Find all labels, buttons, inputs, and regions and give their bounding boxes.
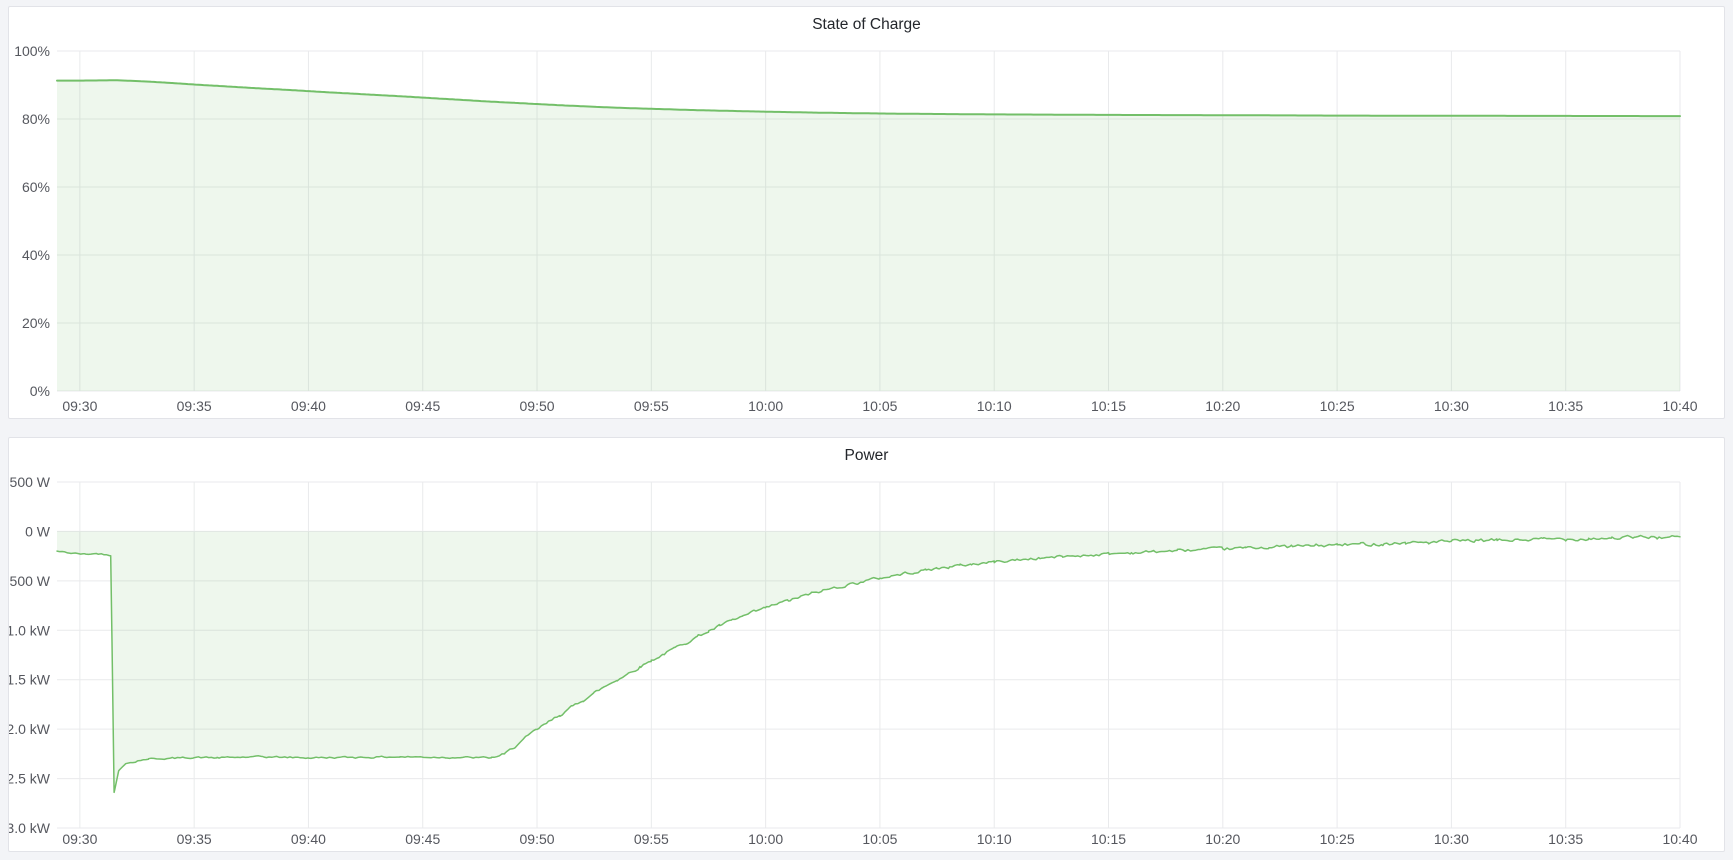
x-tick-label: 09:45 xyxy=(405,831,440,847)
y-tick-label: 0% xyxy=(30,383,50,399)
state-of-charge-chart: 100% 80% 60% 40% 20% 0% 09:30 09:35 09:40 09:45 09… xyxy=(9,7,1724,418)
y-tick-label: 40% xyxy=(22,247,50,263)
y-tick-label: -1.0 kW xyxy=(9,622,51,638)
y-tick-label: -1.5 kW xyxy=(9,672,51,688)
y-tick-label: 20% xyxy=(22,315,50,331)
x-tick-label: 09:45 xyxy=(405,398,440,414)
x-tick-label: 10:40 xyxy=(1662,398,1697,414)
y-tick-label: -500 W xyxy=(9,573,51,589)
x-tick-label: 10:30 xyxy=(1434,398,1469,414)
panel-title-power[interactable]: Power xyxy=(9,447,1724,465)
plot-area[interactable] xyxy=(57,51,1680,391)
y-tick-label: 0 W xyxy=(25,523,51,539)
power-chart: 500 W 0 W -500 W -1.0 kW -1.5 kW -2.0 kW -2.5 … xyxy=(9,438,1724,851)
y-tick-label: 100% xyxy=(14,43,50,59)
x-tick-label: 09:40 xyxy=(291,831,326,847)
x-tick-label: 09:50 xyxy=(520,398,555,414)
y-tick-label: -2.0 kW xyxy=(9,721,51,737)
x-tick-label: 10:40 xyxy=(1662,831,1697,847)
x-tick-label: 10:10 xyxy=(977,398,1012,414)
y-tick-label: 500 W xyxy=(10,474,51,490)
x-tick-label: 10:05 xyxy=(862,398,897,414)
x-tick-label: 10:10 xyxy=(977,831,1012,847)
dashboard: State of Charge 100% 80% 60% 40% 20% 0% 09:30 0… xyxy=(0,0,1733,860)
x-tick-label: 09:55 xyxy=(634,398,669,414)
x-tick-label: 10:15 xyxy=(1091,831,1126,847)
x-tick-label: 10:25 xyxy=(1320,831,1355,847)
x-tick-label: 10:15 xyxy=(1091,398,1126,414)
x-tick-label: 10:35 xyxy=(1548,831,1583,847)
y-tick-label: -3.0 kW xyxy=(9,820,51,836)
x-tick-label: 10:20 xyxy=(1205,398,1240,414)
x-tick-label: 09:35 xyxy=(177,398,212,414)
x-tick-label: 09:50 xyxy=(520,831,555,847)
x-tick-label: 10:35 xyxy=(1548,398,1583,414)
y-tick-label: 60% xyxy=(22,179,50,195)
x-tick-label: 10:00 xyxy=(748,398,783,414)
panel-title-state-of-charge[interactable]: State of Charge xyxy=(9,16,1724,34)
panel-state-of-charge: State of Charge 100% 80% 60% 40% 20% 0% 09:30 0… xyxy=(8,6,1725,419)
x-tick-label: 10:20 xyxy=(1205,831,1240,847)
x-tick-label: 09:40 xyxy=(291,398,326,414)
plot-area[interactable] xyxy=(57,482,1680,828)
x-tick-label: 10:25 xyxy=(1320,398,1355,414)
y-tick-label: 80% xyxy=(22,111,50,127)
y-tick-label: -2.5 kW xyxy=(9,771,51,787)
x-tick-label: 10:00 xyxy=(748,831,783,847)
panel-power: Power 500 W 0 W -500 W -1.0 kW -1.5 kW -2.0 k… xyxy=(8,437,1725,852)
x-tick-label: 10:30 xyxy=(1434,831,1469,847)
x-tick-label: 09:30 xyxy=(62,831,97,847)
x-tick-label: 09:35 xyxy=(177,831,212,847)
x-tick-label: 09:30 xyxy=(62,398,97,414)
x-tick-label: 10:05 xyxy=(862,831,897,847)
x-tick-label: 09:55 xyxy=(634,831,669,847)
